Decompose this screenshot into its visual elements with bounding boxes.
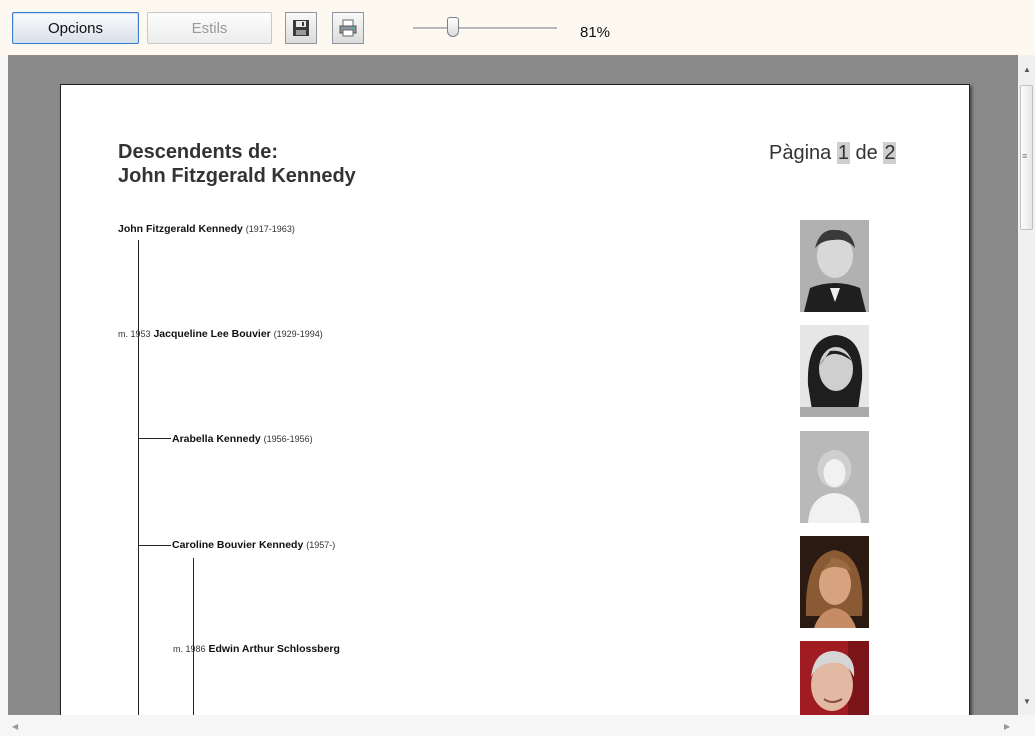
grip-icon: ≡	[1022, 151, 1028, 161]
marriage-prefix: m. 1953	[118, 329, 151, 339]
tree-line-main	[138, 240, 139, 715]
tree-branch-arabella	[138, 438, 171, 439]
person-entry: Caroline Bouvier Kennedy (1957-)	[172, 539, 335, 551]
person-entry: m. 1953 Jacqueline Lee Bouvier (1929-199…	[118, 328, 323, 340]
zoom-label: 81%	[580, 24, 611, 41]
tree-line-caroline	[193, 558, 194, 715]
marriage-prefix: m. 1986	[173, 644, 206, 654]
person-name: Arabella Kennedy	[172, 433, 261, 445]
person-name: Edwin Arthur Schlossberg	[208, 643, 340, 655]
person-name: John Fitzgerald Kennedy	[118, 223, 243, 235]
placeholder-avatar	[800, 431, 869, 523]
title-line-1: Descendents de:	[118, 141, 279, 163]
page-total: 2	[883, 142, 897, 164]
page-current: 1	[836, 142, 850, 164]
person-dates: (1957-)	[306, 540, 336, 550]
page-title: Descendents de: John Fitzgerald Kennedy	[118, 140, 356, 188]
document-page: Descendents de: John Fitzgerald Kennedy …	[60, 84, 970, 715]
portrait-photo	[800, 641, 869, 715]
person-entry: m. 1986 Edwin Arthur Schlossberg	[173, 643, 340, 655]
person-entry: Arabella Kennedy (1956-1956)	[172, 433, 313, 445]
person-name: Jacqueline Lee Bouvier	[153, 328, 271, 340]
scroll-up-icon[interactable]: ▲	[1023, 65, 1031, 74]
person-dates: (1929-1994)	[273, 329, 323, 339]
page-word: Pàgina	[769, 142, 832, 164]
horizontal-scrollbar[interactable]	[0, 715, 1035, 736]
portrait-photo	[800, 536, 869, 628]
print-preview-area[interactable]: Descendents de: John Fitzgerald Kennedy …	[8, 55, 1018, 715]
title-line-2: John Fitzgerald Kennedy	[118, 165, 356, 187]
scroll-down-icon[interactable]: ▼	[1023, 697, 1031, 706]
save-icon	[293, 20, 309, 36]
person-dates: (1956-1956)	[263, 434, 313, 444]
toolbar: Opcions Estils 81%	[0, 0, 1035, 55]
save-button[interactable]	[285, 12, 317, 44]
person-name: Caroline Bouvier Kennedy	[172, 539, 304, 551]
tree-branch-caroline	[138, 545, 171, 546]
options-button[interactable]: Opcions	[12, 12, 139, 44]
styles-button[interactable]: Estils	[147, 12, 272, 44]
person-entry: John Fitzgerald Kennedy (1917-1963)	[118, 223, 295, 235]
zoom-slider-track[interactable]	[413, 27, 557, 30]
zoom-slider-thumb[interactable]	[447, 17, 460, 37]
scroll-left-icon[interactable]: ◀	[12, 722, 18, 731]
page-number: Pàgina 1 de 2	[769, 142, 897, 165]
portrait-photo	[800, 220, 869, 312]
person-dates: (1917-1963)	[245, 224, 295, 234]
page-of: de	[855, 142, 878, 164]
print-icon	[339, 19, 357, 37]
print-button[interactable]	[332, 12, 364, 44]
scroll-right-icon[interactable]: ▶	[1004, 722, 1010, 731]
portrait-photo	[800, 325, 869, 417]
